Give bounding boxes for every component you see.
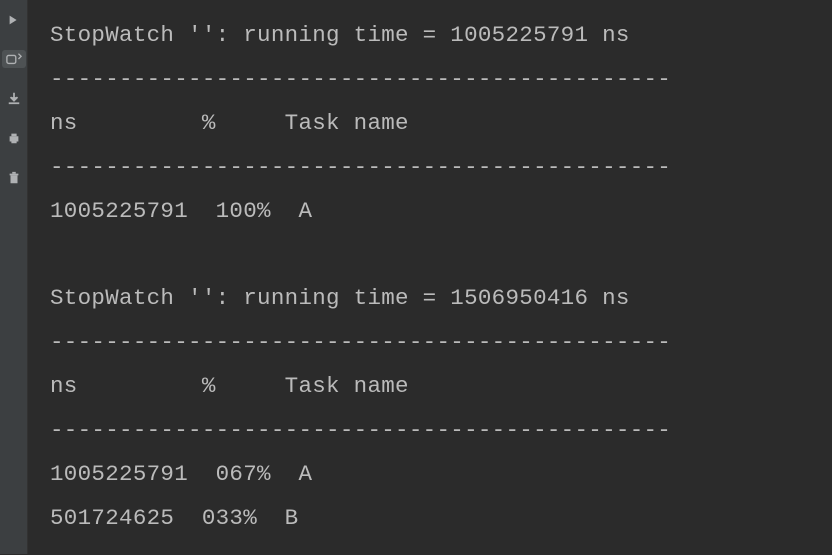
divider: ----------------------------------------… bbox=[50, 154, 671, 180]
stopwatch-title-1: StopWatch '': running time = 1005225791 … bbox=[50, 22, 630, 48]
divider: ----------------------------------------… bbox=[50, 417, 671, 443]
tool-sidebar bbox=[0, 0, 28, 554]
divider: ----------------------------------------… bbox=[50, 329, 671, 355]
table-header: ns % Task name bbox=[50, 110, 409, 136]
table-header: ns % Task name bbox=[50, 373, 409, 399]
table-row: 1005225791 100% A bbox=[50, 198, 312, 224]
console-output[interactable]: StopWatch '': running time = 1005225791 … bbox=[28, 0, 832, 555]
console-panel: /Library/Java/JavaVirtualMachines/jdk1.8… bbox=[28, 0, 832, 554]
print-icon[interactable] bbox=[4, 128, 24, 148]
table-row: 501724625 033% B bbox=[50, 505, 298, 531]
trash-icon[interactable] bbox=[4, 168, 24, 188]
step-icon[interactable] bbox=[4, 10, 24, 30]
scroll-icon[interactable] bbox=[2, 50, 26, 68]
download-icon[interactable] bbox=[4, 88, 24, 108]
table-row: 1005225791 067% A bbox=[50, 461, 312, 487]
stopwatch-title-2: StopWatch '': running time = 1506950416 … bbox=[50, 285, 630, 311]
divider: ----------------------------------------… bbox=[50, 66, 671, 92]
